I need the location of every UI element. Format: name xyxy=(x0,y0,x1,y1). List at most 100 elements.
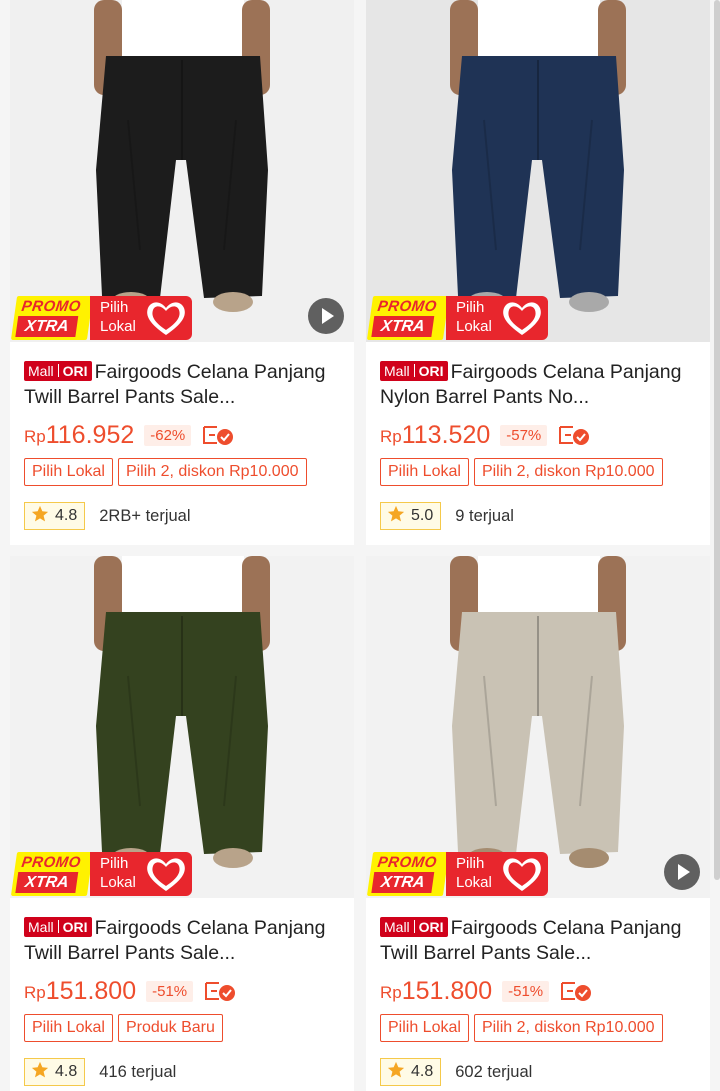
pilih-lokal-badge: Pilih Lokal xyxy=(90,296,192,340)
mall-ori-badge: Mall ORI xyxy=(380,361,448,381)
currency-label: Rp xyxy=(380,427,402,446)
mall-label: Mall xyxy=(28,919,54,935)
ori-label: ORI xyxy=(418,363,444,379)
currency-label: Rp xyxy=(24,427,46,446)
price-value: 113.520 xyxy=(401,420,491,449)
mall-ori-badge: Mall ORI xyxy=(24,361,92,381)
pilih-lokal-badge: Pilih Lokal xyxy=(446,852,548,896)
product-image[interactable]: PROMO XTRA Pilih Lokal xyxy=(10,0,354,342)
xtra-label: XTRA xyxy=(371,872,435,893)
product-tag[interactable]: Pilih Lokal xyxy=(380,1014,469,1042)
star-icon xyxy=(31,505,55,528)
pilih-lokal-badge: Pilih Lokal xyxy=(90,852,192,896)
price-row: Rp 116.952 -62% xyxy=(24,420,235,450)
xtra-label: XTRA xyxy=(371,316,435,337)
product-info: Mall ORI Fairgoods Celana Panjang Twill Ba… xyxy=(366,898,710,1091)
pilih-label: Pilih xyxy=(100,855,129,872)
promo-banner: PROMO XTRA Pilih Lokal xyxy=(10,852,192,896)
product-info: Mall ORI Fairgoods Celana Panjang Twill Ba… xyxy=(10,898,354,1091)
rating-row: 4.8 416 terjual xyxy=(24,1058,176,1086)
product-card[interactable]: PROMO XTRA Pilih Lokal Mall ORI Fairgoods … xyxy=(10,556,354,1091)
product-tag[interactable]: Pilih 2, diskon Rp10.000 xyxy=(473,1014,663,1042)
promo-banner: PROMO XTRA Pilih Lokal xyxy=(366,296,548,340)
rating-value: 5.0 xyxy=(411,507,434,524)
product-title[interactable]: Mall ORI Fairgoods Celana Panjang Twill Ba… xyxy=(380,916,696,966)
ori-label: ORI xyxy=(62,919,88,935)
promo-xtra-badge: PROMO XTRA xyxy=(366,852,450,896)
mall-label: Mall xyxy=(28,363,54,379)
rating-row: 4.8 2RB+ terjual xyxy=(24,502,191,530)
pilih-label: Pilih xyxy=(456,855,485,872)
product-image[interactable]: PROMO XTRA Pilih Lokal xyxy=(366,556,710,898)
price-value: 116.952 xyxy=(45,420,135,449)
pilih-label: Pilih xyxy=(456,299,485,316)
sold-count: 416 terjual xyxy=(99,1062,177,1081)
rating-badge: 5.0 xyxy=(380,502,442,530)
product-image[interactable]: PROMO XTRA Pilih Lokal xyxy=(366,0,710,342)
rating-row: 4.8 602 terjual xyxy=(380,1058,532,1086)
xtra-label: XTRA xyxy=(15,316,79,337)
rating-value: 4.8 xyxy=(55,507,78,524)
discount-badge: -51% xyxy=(502,980,550,1002)
mall-label: Mall xyxy=(384,919,410,935)
price-row: Rp 113.520 -57% xyxy=(380,420,591,450)
play-video-icon[interactable] xyxy=(308,298,344,334)
product-info: Mall ORI Fairgoods Celana Panjang Nylon Ba… xyxy=(366,342,710,545)
discount-badge: -51% xyxy=(146,980,194,1002)
promo-label: PROMO xyxy=(20,854,82,871)
badge-divider xyxy=(57,364,59,377)
promo-label: PROMO xyxy=(376,298,438,315)
price-value: 151.800 xyxy=(401,976,493,1005)
mall-ori-badge: Mall ORI xyxy=(380,917,448,937)
product-card[interactable]: PROMO XTRA Pilih Lokal Mall ORI Fairgoods … xyxy=(366,556,710,1091)
cod-icon xyxy=(557,423,591,447)
currency-label: Rp xyxy=(24,983,46,1002)
pilih-lokal-badge: Pilih Lokal xyxy=(446,296,548,340)
cod-icon xyxy=(559,979,593,1003)
tag-list: Pilih Lokal Produk Baru xyxy=(24,1014,223,1042)
product-tag[interactable]: Pilih 2, diskon Rp10.000 xyxy=(473,458,663,486)
promo-banner: PROMO XTRA Pilih Lokal xyxy=(10,296,192,340)
product-image[interactable]: PROMO XTRA Pilih Lokal xyxy=(10,556,354,898)
price-row: Rp 151.800 -51% xyxy=(24,976,237,1006)
scrollbar-thumb[interactable] xyxy=(714,0,720,880)
play-video-icon[interactable] xyxy=(664,854,700,890)
rating-value: 4.8 xyxy=(55,1063,78,1080)
product-tag[interactable]: Pilih Lokal xyxy=(24,458,113,486)
lokal-label: Lokal xyxy=(456,318,492,335)
rating-badge: 4.8 xyxy=(24,1058,86,1086)
product-tag[interactable]: Pilih Lokal xyxy=(24,1014,113,1042)
badge-divider xyxy=(413,920,415,933)
ori-label: ORI xyxy=(418,919,444,935)
ori-label: ORI xyxy=(62,363,88,379)
product-title[interactable]: Mall ORI Fairgoods Celana Panjang Twill Ba… xyxy=(24,360,340,410)
promo-xtra-badge: PROMO XTRA xyxy=(10,852,94,896)
promo-label: PROMO xyxy=(376,854,438,871)
tag-list: Pilih Lokal Pilih 2, diskon Rp10.000 xyxy=(24,458,307,486)
product-title[interactable]: Mall ORI Fairgoods Celana Panjang Nylon Ba… xyxy=(380,360,696,410)
mall-label: Mall xyxy=(384,363,410,379)
product-tag[interactable]: Pilih 2, diskon Rp10.000 xyxy=(117,458,307,486)
badge-divider xyxy=(57,920,59,933)
product-tag[interactable]: Pilih Lokal xyxy=(380,458,469,486)
product-card[interactable]: PROMO XTRA Pilih Lokal Mall ORI Fairgoods … xyxy=(10,0,354,545)
star-icon xyxy=(387,1061,411,1084)
badge-divider xyxy=(413,364,415,377)
product-card[interactable]: PROMO XTRA Pilih Lokal Mall ORI Fairgoods … xyxy=(366,0,710,545)
star-icon xyxy=(31,1061,55,1084)
sold-count: 602 terjual xyxy=(455,1062,533,1081)
rating-badge: 4.8 xyxy=(24,502,86,530)
rating-row: 5.0 9 terjual xyxy=(380,502,514,530)
xtra-label: XTRA xyxy=(15,872,79,893)
discount-badge: -62% xyxy=(144,424,192,446)
product-info: Mall ORI Fairgoods Celana Panjang Twill Ba… xyxy=(10,342,354,545)
price-value: 151.800 xyxy=(45,976,137,1005)
product-title[interactable]: Mall ORI Fairgoods Celana Panjang Twill Ba… xyxy=(24,916,340,966)
cod-icon xyxy=(203,979,237,1003)
product-tag[interactable]: Produk Baru xyxy=(117,1014,223,1042)
rating-value: 4.8 xyxy=(411,1063,434,1080)
lokal-label: Lokal xyxy=(456,874,492,891)
scrollbar[interactable] xyxy=(714,0,720,1091)
promo-label: PROMO xyxy=(20,298,82,315)
sold-count: 9 terjual xyxy=(455,506,514,525)
